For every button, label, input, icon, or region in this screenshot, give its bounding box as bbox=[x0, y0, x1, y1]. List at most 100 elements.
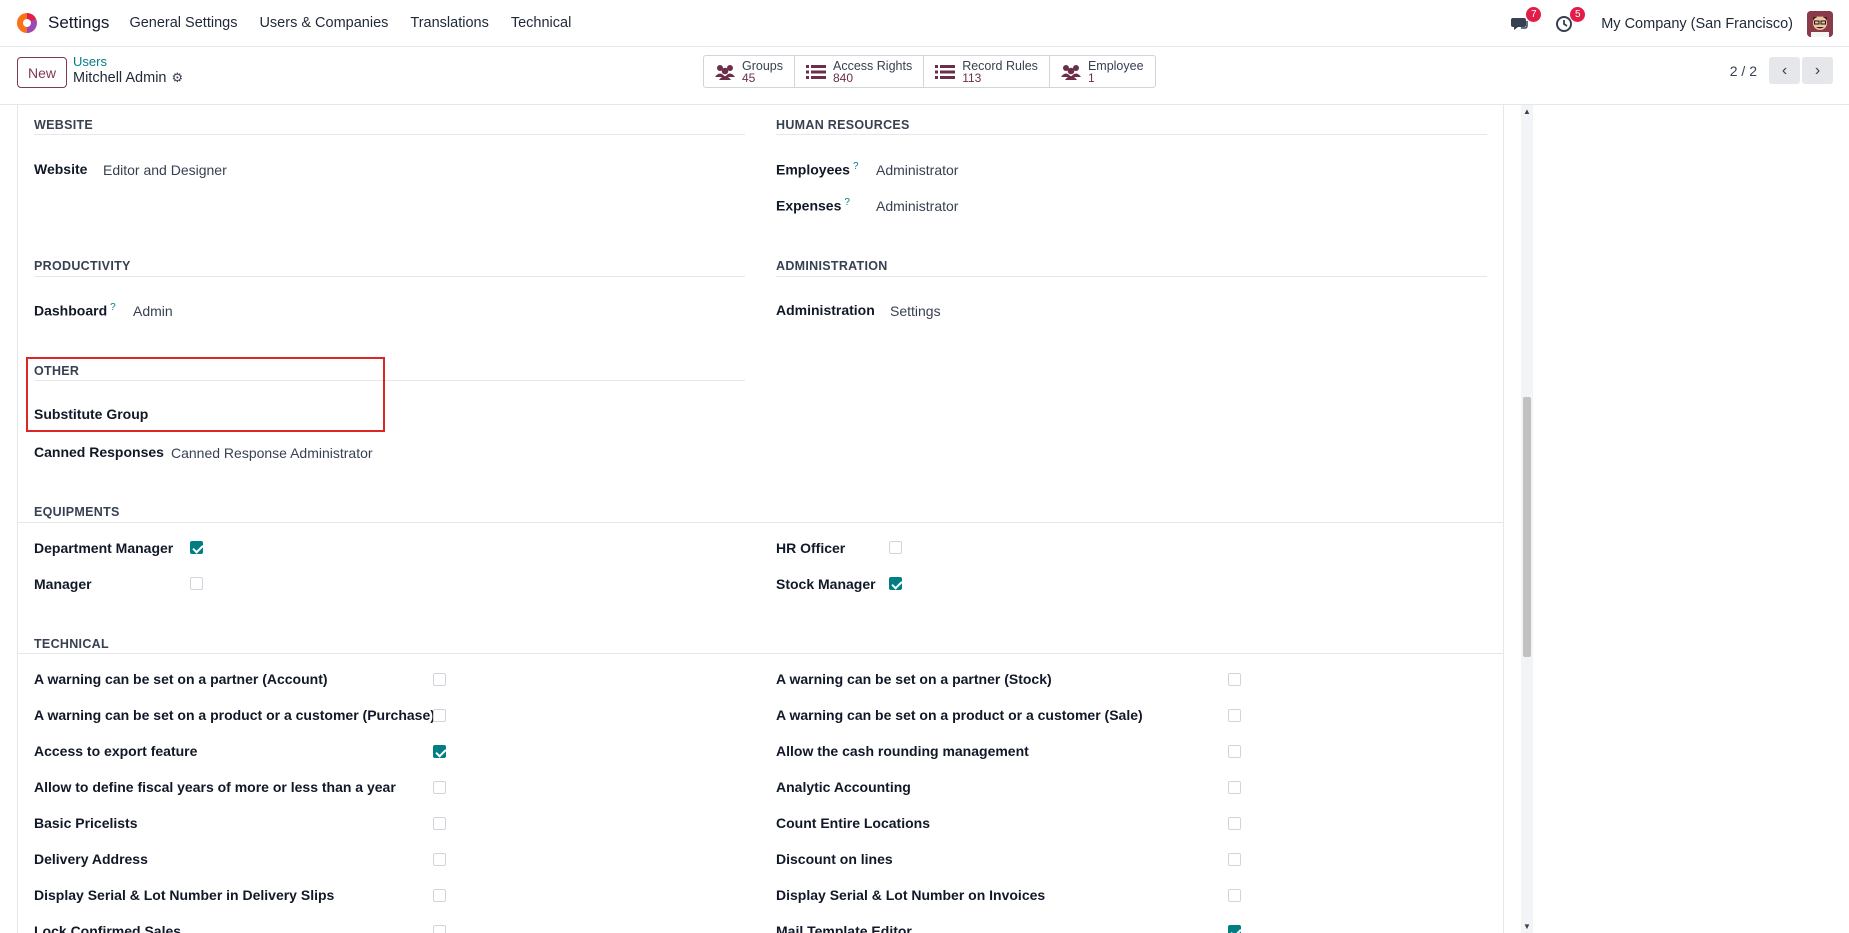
checkbox-department-manager[interactable] bbox=[190, 541, 203, 554]
pager-counter[interactable]: 2 / 2 bbox=[1730, 63, 1757, 79]
messages-badge: 7 bbox=[1526, 6, 1542, 22]
group-title-equipments: EQUIPMENTS bbox=[34, 505, 120, 519]
control-panel: New Users Mitchell Admin ⚙ Groups 45 Acc… bbox=[0, 47, 1849, 105]
divider bbox=[17, 653, 1504, 654]
menu-general-settings[interactable]: General Settings bbox=[129, 15, 237, 31]
list-icon bbox=[805, 62, 827, 82]
field-label-technical: Mail Template Editor bbox=[776, 923, 912, 933]
field-label-technical: A warning can be set on a partner (Stock… bbox=[776, 671, 1052, 687]
form-sheet bbox=[17, 105, 1504, 933]
smart-button-access-rights[interactable]: Access Rights 840 bbox=[795, 56, 925, 87]
messages-icon[interactable]: 7 bbox=[1509, 6, 1542, 35]
group-title-human-resources: HUMAN RESOURCES bbox=[776, 118, 910, 132]
smart-button-value: 840 bbox=[833, 70, 854, 85]
checkbox-technical[interactable] bbox=[1228, 817, 1241, 830]
help-tooltip-icon[interactable]: ? bbox=[844, 197, 850, 208]
checkbox-hr-officer[interactable] bbox=[889, 541, 902, 554]
smart-button-value: 45 bbox=[742, 70, 756, 85]
checkbox-technical[interactable] bbox=[1228, 889, 1241, 902]
field-value-employees[interactable]: Administrator bbox=[876, 162, 958, 178]
new-button[interactable]: New bbox=[17, 57, 67, 88]
field-label-technical: Discount on lines bbox=[776, 851, 893, 867]
field-value-administration[interactable]: Settings bbox=[890, 303, 941, 319]
vertical-scrollbar[interactable]: ▲ ▼ bbox=[1521, 105, 1533, 933]
label-text: Dashboard bbox=[34, 302, 108, 319]
field-label-technical: Display Serial & Lot Number on Invoices bbox=[776, 887, 1046, 903]
checkbox-technical[interactable] bbox=[433, 673, 446, 686]
field-label-manager: Manager bbox=[34, 576, 92, 592]
field-label-employees: Employees? bbox=[776, 161, 859, 178]
pager-next-icon[interactable]: › bbox=[1802, 57, 1833, 84]
app-title[interactable]: Settings bbox=[48, 13, 109, 33]
checkbox-technical[interactable] bbox=[433, 745, 446, 758]
smart-button-label: Groups bbox=[742, 58, 783, 73]
divider bbox=[34, 276, 745, 277]
field-value-website[interactable]: Editor and Designer bbox=[103, 162, 227, 178]
checkbox-manager[interactable] bbox=[190, 577, 203, 590]
list-icon bbox=[934, 62, 956, 82]
pager-previous-icon[interactable]: ‹ bbox=[1769, 57, 1800, 84]
menu-translations[interactable]: Translations bbox=[410, 15, 488, 31]
users-icon bbox=[714, 62, 736, 82]
gear-icon[interactable]: ⚙ bbox=[171, 70, 183, 86]
checkbox-technical[interactable] bbox=[433, 925, 446, 933]
checkbox-technical[interactable] bbox=[433, 853, 446, 866]
field-label-technical: Allow to define fiscal years of more or … bbox=[34, 779, 396, 795]
group-title-administration: ADMINISTRATION bbox=[776, 259, 888, 273]
divider bbox=[776, 134, 1487, 135]
activities-clock-icon[interactable]: 5 bbox=[1553, 6, 1586, 35]
help-tooltip-icon[interactable]: ? bbox=[110, 302, 116, 313]
group-title-website: WEBSITE bbox=[34, 118, 94, 132]
field-label-technical: Basic Pricelists bbox=[34, 815, 138, 831]
field-label-technical: Delivery Address bbox=[34, 851, 148, 867]
smart-button-employee[interactable]: Employee 1 bbox=[1050, 56, 1155, 87]
smart-buttons: Groups 45 Access Rights 840 Record Rules… bbox=[703, 55, 1156, 88]
user-avatar[interactable] bbox=[1807, 10, 1833, 37]
field-label-technical: A warning can be set on a product or a c… bbox=[34, 707, 435, 723]
odoo-logo-icon[interactable] bbox=[16, 12, 38, 34]
menu-users-companies[interactable]: Users & Companies bbox=[259, 15, 388, 31]
field-label-technical: Count Entire Locations bbox=[776, 815, 930, 831]
checkbox-technical[interactable] bbox=[1228, 853, 1241, 866]
help-tooltip-icon[interactable]: ? bbox=[853, 161, 859, 172]
field-value-dashboard[interactable]: Admin bbox=[133, 303, 173, 319]
smart-button-record-rules[interactable]: Record Rules 113 bbox=[924, 56, 1050, 87]
divider bbox=[34, 380, 745, 381]
checkbox-technical[interactable] bbox=[1228, 745, 1241, 758]
field-label-canned-responses: Canned Responses bbox=[34, 444, 164, 460]
label-text: Employees bbox=[776, 161, 850, 178]
breadcrumb-users-link[interactable]: Users bbox=[73, 54, 107, 69]
field-value-canned-responses[interactable]: Canned Response Administrator bbox=[171, 445, 373, 461]
checkbox-technical[interactable] bbox=[1228, 781, 1241, 794]
scrollbar-thumb[interactable] bbox=[1523, 397, 1531, 657]
smart-button-label: Employee bbox=[1087, 58, 1144, 73]
field-label-technical: Lock Confirmed Sales bbox=[34, 923, 182, 933]
checkbox-technical[interactable] bbox=[433, 889, 446, 902]
field-label-technical: A warning can be set on a partner (Accou… bbox=[34, 671, 328, 687]
divider bbox=[776, 276, 1487, 277]
field-label-website: Website bbox=[34, 161, 88, 177]
field-label-technical: Analytic Accounting bbox=[776, 779, 911, 795]
field-label-technical: A warning can be set on a product or a c… bbox=[776, 707, 1143, 723]
activities-badge: 5 bbox=[1570, 6, 1586, 22]
scroll-down-icon[interactable]: ▼ bbox=[1523, 922, 1531, 931]
field-label-technical: Access to export feature bbox=[34, 743, 198, 759]
checkbox-technical[interactable] bbox=[1228, 673, 1241, 686]
field-value-expenses[interactable]: Administrator bbox=[876, 198, 958, 214]
checkbox-technical[interactable] bbox=[1228, 709, 1241, 722]
checkbox-technical[interactable] bbox=[433, 709, 446, 722]
menu-technical[interactable]: Technical bbox=[511, 15, 571, 31]
field-label-department-manager: Department Manager bbox=[34, 540, 174, 556]
group-title-other: OTHER bbox=[34, 364, 80, 378]
checkbox-technical[interactable] bbox=[433, 781, 446, 794]
smart-button-label: Access Rights bbox=[833, 58, 913, 73]
smart-button-value: 113 bbox=[962, 70, 982, 85]
checkbox-technical[interactable] bbox=[433, 817, 446, 830]
scroll-up-icon[interactable]: ▲ bbox=[1523, 107, 1531, 116]
checkbox-technical[interactable] bbox=[1228, 925, 1241, 933]
company-switcher[interactable]: My Company (San Francisco) bbox=[1601, 16, 1793, 32]
top-navbar: Settings General Settings Users & Compan… bbox=[0, 0, 1849, 47]
field-label-technical: Allow the cash rounding management bbox=[776, 743, 1029, 759]
smart-button-groups[interactable]: Groups 45 bbox=[704, 56, 795, 87]
checkbox-stock-manager[interactable] bbox=[889, 577, 902, 590]
